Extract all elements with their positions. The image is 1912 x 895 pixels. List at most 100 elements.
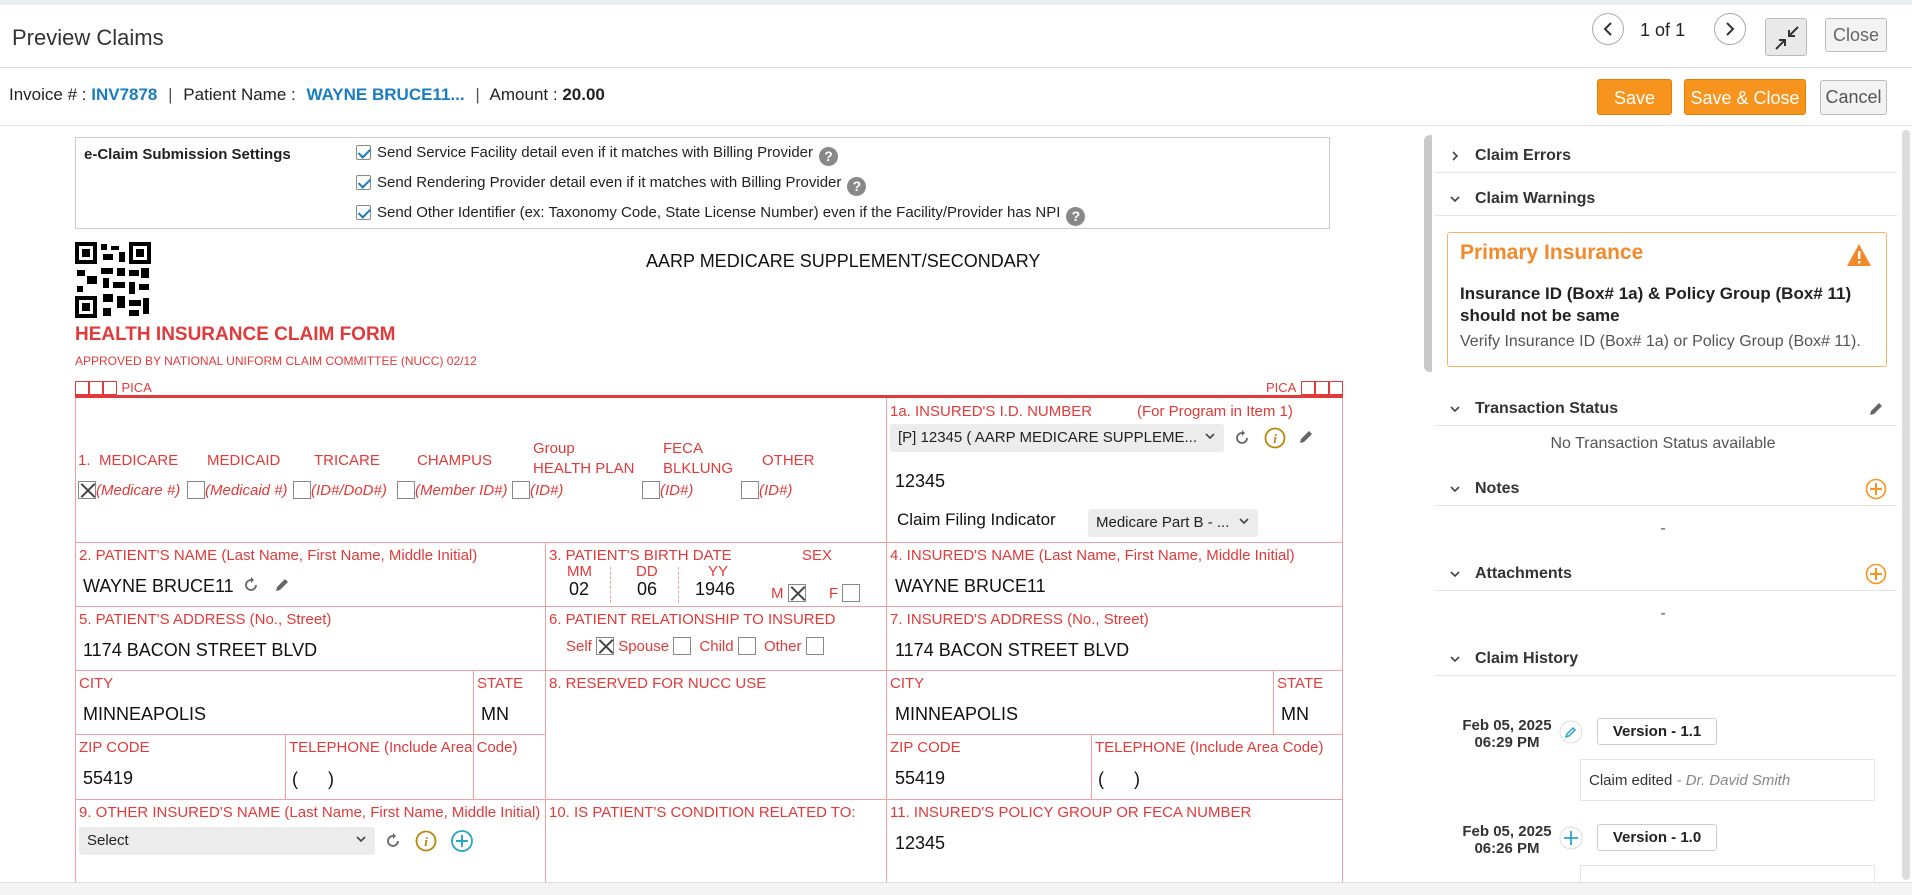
claim-errors-section[interactable]: Claim Errors	[1435, 139, 1897, 173]
form-top-rule	[75, 395, 1343, 398]
checkbox[interactable]	[356, 175, 371, 190]
yy-label: YY	[708, 563, 729, 580]
claim-history-section[interactable]: Claim History	[1435, 642, 1897, 676]
other-label: OTHER	[762, 452, 815, 469]
medicaid-option[interactable]: (Medicaid #)	[187, 481, 288, 499]
checkbox[interactable]	[356, 145, 371, 160]
help-icon[interactable]: ?	[1066, 207, 1086, 226]
select-value: Select	[87, 832, 129, 849]
child-checkbox[interactable]	[737, 637, 756, 655]
add-circle-icon[interactable]	[450, 829, 474, 853]
medicaid-checkbox[interactable]	[187, 481, 205, 499]
other-checkbox[interactable]	[741, 481, 759, 499]
help-icon[interactable]: ?	[819, 147, 839, 166]
version-badge[interactable]: Version - 1.0	[1597, 824, 1717, 851]
sex-male[interactable]: M	[771, 584, 806, 602]
insured-address-value: 1174 BACON STREET BLVD	[895, 640, 1130, 660]
warning-title: Primary Insurance	[1460, 241, 1644, 264]
next-page-button[interactable]	[1714, 13, 1746, 45]
panel-scrollbar[interactable]	[1902, 130, 1910, 880]
minimize-button[interactable]	[1765, 18, 1807, 56]
reset-icon[interactable]	[384, 832, 402, 850]
other-insured-select[interactable]: Select	[79, 827, 375, 855]
reset-icon[interactable]	[1233, 429, 1251, 447]
claim-warnings-section[interactable]: Claim Warnings	[1435, 182, 1897, 216]
checkbox[interactable]	[356, 205, 371, 220]
other-relation-checkbox[interactable]	[805, 637, 824, 655]
relationship-options: Self Spouse Child Other	[566, 637, 824, 655]
other-relation-label: Other	[763, 638, 802, 655]
time-text: 06:29 PM	[1474, 734, 1540, 751]
warning-card: Primary Insurance Insurance ID (Box# 1a)…	[1447, 232, 1887, 367]
reset-icon[interactable]	[242, 576, 260, 594]
approved-text: APPROVED BY NATIONAL UNIFORM CLAIM COMMI…	[75, 354, 477, 368]
section-title: Claim History	[1475, 650, 1579, 667]
warning-message: Insurance ID (Box# 1a) & Policy Group (B…	[1460, 284, 1852, 325]
edit-pencil-icon[interactable]	[1867, 400, 1885, 418]
add-attachment-icon[interactable]	[1865, 563, 1887, 585]
save-button[interactable]: Save	[1597, 79, 1672, 115]
info-icon[interactable]: i	[1264, 427, 1286, 449]
sex-female[interactable]: F	[829, 584, 861, 602]
spouse-checkbox[interactable]	[673, 637, 692, 655]
attachments-section[interactable]: Attachments	[1435, 557, 1897, 591]
feca-label-2: BLKLUNG	[663, 460, 734, 477]
save-close-button[interactable]: Save & Close	[1684, 79, 1806, 115]
cancel-button[interactable]: Cancel	[1820, 80, 1887, 115]
feca-option[interactable]: (ID#)	[642, 481, 693, 499]
svg-text:i: i	[424, 834, 428, 849]
claim-filing-indicator-select[interactable]: Medicare Part B - ...	[1088, 509, 1258, 537]
patient-link[interactable]: WAYNE BRUCE11...	[306, 85, 464, 104]
setting-service-facility[interactable]: Send Service Facility detail even if it …	[356, 144, 839, 166]
grid-line	[75, 398, 76, 882]
champus-option[interactable]: (Member ID#)	[397, 481, 508, 499]
self-checkbox[interactable]	[596, 637, 615, 655]
help-icon[interactable]: ?	[847, 177, 867, 196]
setting-other-identifier[interactable]: Send Other Identifier (ex: Taxonomy Code…	[356, 204, 1086, 226]
option-text: (ID#)	[660, 482, 694, 499]
patient-name-value: WAYNE BRUCE11	[83, 576, 234, 596]
close-button[interactable]: Close	[1825, 18, 1887, 52]
notes-section[interactable]: Notes	[1435, 472, 1897, 506]
box5-label: 5. PATIENT'S ADDRESS (No., Street)	[79, 611, 332, 628]
attachments-empty-text: -	[1660, 605, 1666, 622]
tricare-option[interactable]: (ID#/DoD#)	[293, 481, 387, 499]
group-checkbox[interactable]	[512, 481, 530, 499]
grid-line	[75, 606, 1343, 607]
box1-number: 1.	[78, 452, 91, 469]
female-checkbox[interactable]	[842, 584, 861, 602]
medicare-option[interactable]: (Medicare #)	[78, 481, 180, 499]
box3-label: 3. PATIENT'S BIRTH DATE	[549, 547, 732, 564]
feca-checkbox[interactable]	[642, 481, 660, 499]
history-author: - Dr. David Smith	[1672, 772, 1791, 789]
info-icon[interactable]: i	[415, 830, 437, 852]
box1a-label: 1a. INSURED'S I.D. NUMBER	[890, 403, 1093, 420]
group-option[interactable]: (ID#)	[512, 481, 563, 499]
version-badge[interactable]: Version - 1.1	[1597, 718, 1717, 745]
setting-rendering-provider[interactable]: Send Rendering Provider detail even if i…	[356, 174, 867, 196]
edit-pencil-icon[interactable]	[1297, 428, 1315, 446]
medicare-checkbox[interactable]	[78, 481, 96, 499]
page-of: of	[1655, 20, 1671, 40]
other-option[interactable]: (ID#)	[741, 481, 792, 499]
header-bar: Preview Claims 1 of 1 Close	[0, 5, 1912, 68]
birth-month: 02	[569, 579, 590, 599]
insured-telephone-label: TELEPHONE (Include Area Code)	[1095, 739, 1324, 756]
insured-id-select[interactable]: [P] 12345 ( AARP MEDICARE SUPPLEME...	[890, 424, 1224, 452]
add-note-icon[interactable]	[1865, 478, 1887, 500]
tricare-checkbox[interactable]	[293, 481, 311, 499]
claim-side-panel: Claim Errors Claim Warnings Primary Insu…	[1432, 127, 1902, 882]
warning-icon	[1847, 244, 1871, 266]
birth-day: 06	[637, 579, 658, 599]
invoice-link[interactable]: INV7878	[91, 85, 157, 104]
grid-line	[1091, 734, 1092, 799]
male-checkbox[interactable]	[787, 584, 806, 602]
edit-pencil-icon[interactable]	[273, 576, 291, 594]
prev-page-button[interactable]	[1592, 13, 1624, 45]
transaction-status-section[interactable]: Transaction Status	[1435, 392, 1897, 426]
child-label: Child	[699, 638, 734, 655]
champus-checkbox[interactable]	[397, 481, 415, 499]
box9-label: 9. OTHER INSURED'S NAME (Last Name, Firs…	[79, 804, 541, 821]
notes-empty-text: -	[1660, 520, 1666, 537]
self-label: Self	[566, 638, 592, 655]
